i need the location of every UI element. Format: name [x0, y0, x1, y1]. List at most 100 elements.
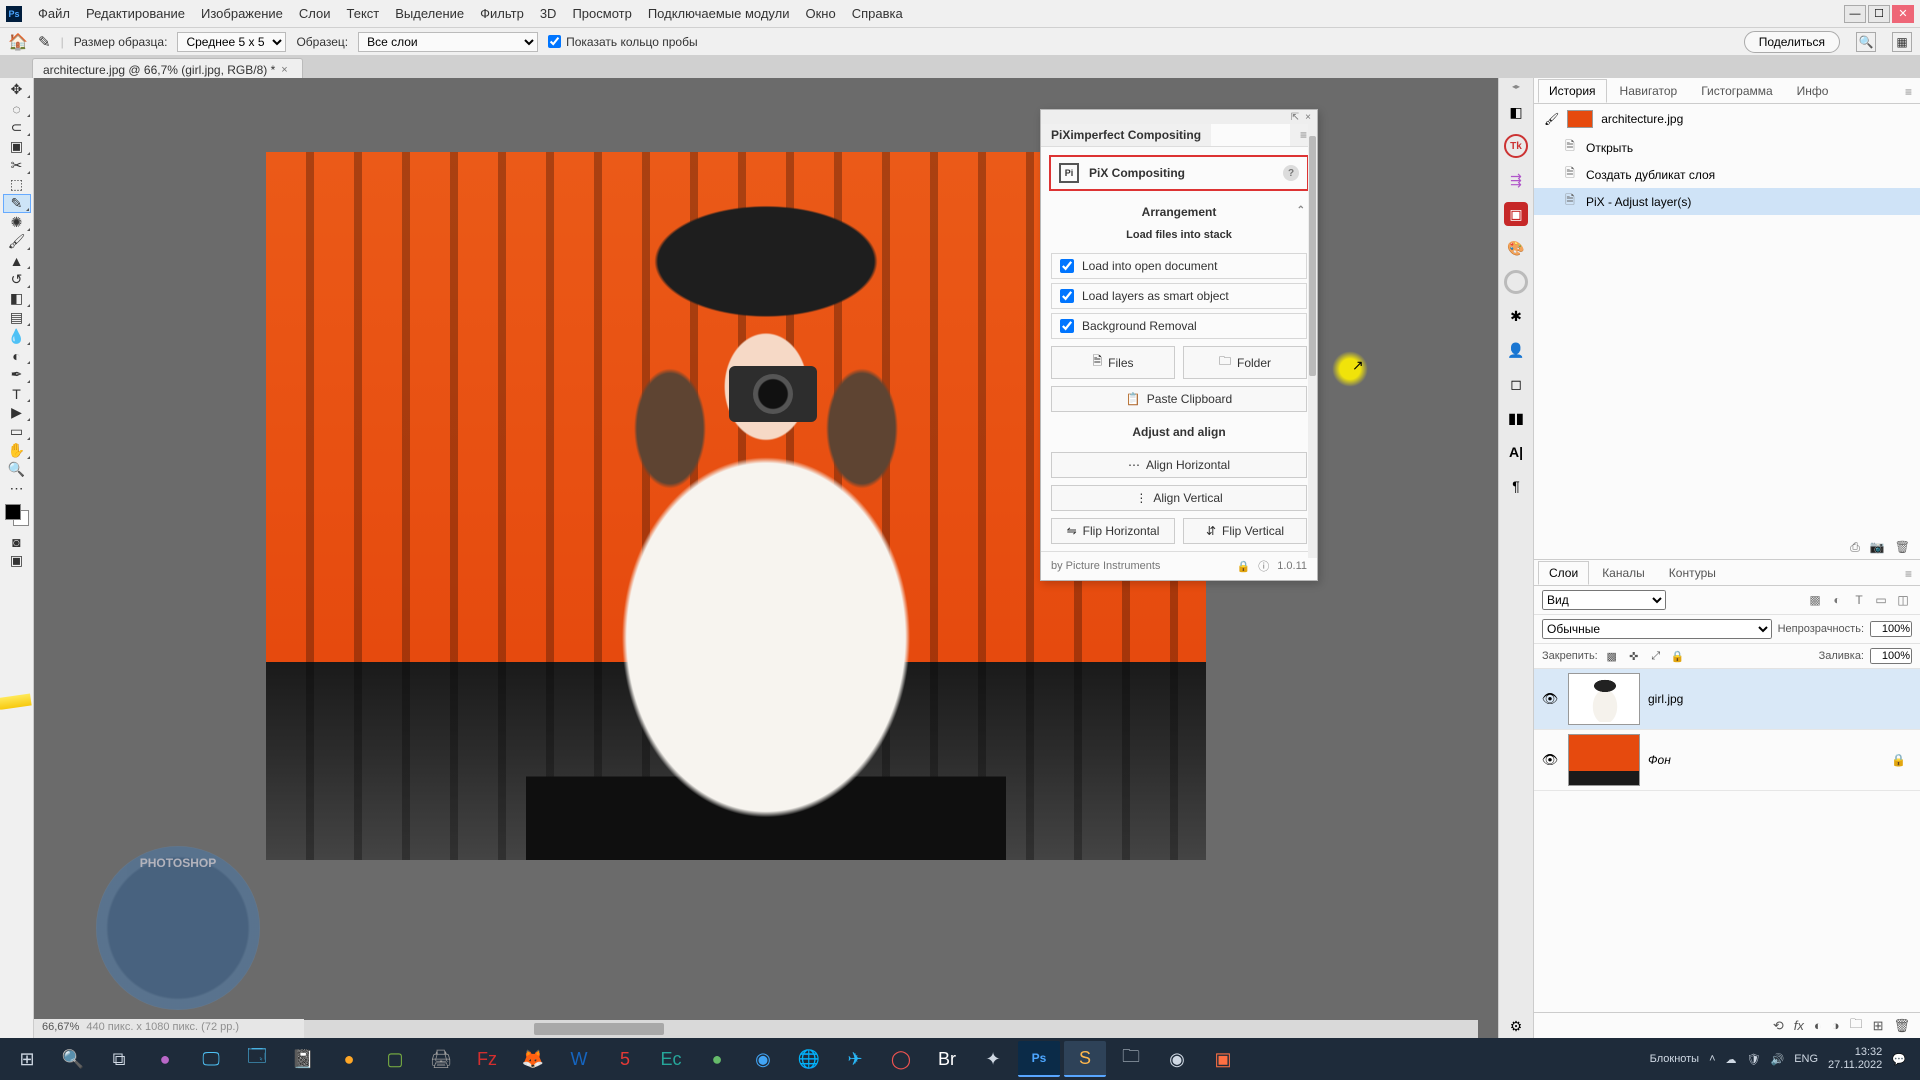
layer-name[interactable]: Фон — [1648, 753, 1883, 767]
menu-plugins[interactable]: Подключаемые модули — [640, 2, 798, 25]
filter-type-icon[interactable]: T — [1850, 593, 1868, 607]
flip-horizontal-button[interactable]: ⇋Flip Horizontal — [1051, 518, 1175, 544]
chk-load-smart[interactable]: Load layers as smart object — [1051, 283, 1307, 309]
canvas-area[interactable]: PHOTOSHOP 66,67% 440 пикс. x 1080 пикс. … — [34, 78, 1498, 1038]
tab-info[interactable]: Инфо — [1786, 79, 1840, 103]
heal-tool[interactable]: ✺ — [3, 213, 31, 232]
layer-row[interactable]: 👁 Фон 🔒 — [1534, 730, 1920, 791]
taskbar-app[interactable]: 🖵 — [190, 1041, 232, 1077]
taskbar-app[interactable]: ● — [328, 1041, 370, 1077]
tray-onedrive-icon[interactable]: ☁ — [1726, 1053, 1737, 1066]
tab-layers[interactable]: Слои — [1538, 561, 1589, 585]
layer-row[interactable]: 👁 girl.jpg — [1534, 669, 1920, 730]
layer-kind-select[interactable]: Вид — [1542, 590, 1666, 610]
show-ring-checkbox[interactable]: Показать кольцо пробы — [548, 35, 697, 49]
opacity-input[interactable] — [1870, 621, 1912, 637]
object-select-tool[interactable]: ▣ — [3, 137, 31, 156]
filter-pixel-icon[interactable]: ▩ — [1806, 593, 1824, 607]
layer-thumbnail[interactable] — [1568, 734, 1640, 786]
dock-icon-1[interactable]: ◧ — [1504, 100, 1528, 124]
filter-smart-icon[interactable]: ◫ — [1894, 593, 1912, 607]
canvas-h-scrollbar[interactable] — [304, 1020, 1478, 1038]
history-row[interactable]: 🗎Создать дубликат слоя — [1534, 161, 1920, 188]
align-horizontal-button[interactable]: ⋯Align Horizontal — [1051, 452, 1307, 478]
dock-icon-ring[interactable] — [1504, 270, 1528, 294]
taskbar-app[interactable]: Br — [926, 1041, 968, 1077]
fill-input[interactable] — [1870, 648, 1912, 664]
window-maximize-button[interactable]: ☐ — [1868, 5, 1890, 23]
screenmode-button[interactable]: ▣ — [3, 551, 31, 570]
menu-layers[interactable]: Слои — [291, 2, 339, 25]
menu-3d[interactable]: 3D — [532, 2, 565, 25]
tray-chevron-icon[interactable]: ˄ — [1709, 1053, 1715, 1065]
pen-tool[interactable]: ✒ — [3, 365, 31, 384]
document-tab[interactable]: architecture.jpg @ 66,7% (girl.jpg, RGB/… — [32, 58, 303, 78]
arrangement-section-header[interactable]: Arrangement⌃ — [1041, 199, 1317, 225]
eyedropper-tool[interactable]: ✎ — [3, 194, 31, 213]
marquee-tool[interactable]: ◌ — [3, 99, 31, 118]
visibility-icon[interactable]: 👁 — [1540, 691, 1560, 707]
taskbar-app[interactable]: W — [558, 1041, 600, 1077]
taskbar-app[interactable]: 🗔 — [236, 1041, 278, 1077]
tab-navigator[interactable]: Навигатор — [1609, 79, 1689, 103]
tab-paths[interactable]: Контуры — [1658, 561, 1727, 585]
menu-select[interactable]: Выделение — [387, 2, 472, 25]
close-tab-icon[interactable]: × — [281, 64, 287, 76]
lock-all-icon[interactable]: 🔒 — [1670, 650, 1686, 663]
taskbar-app[interactable]: 📓 — [282, 1041, 324, 1077]
taskbar-app[interactable]: S — [1064, 1041, 1106, 1077]
blend-mode-select[interactable]: Обычные — [1542, 619, 1772, 639]
taskbar-app[interactable]: Fz — [466, 1041, 508, 1077]
align-vertical-button[interactable]: ⋮Align Vertical — [1051, 485, 1307, 511]
search-icon[interactable]: 🔍 — [1856, 32, 1876, 52]
dock-icon-tk[interactable]: Tk — [1504, 134, 1528, 158]
menu-image[interactable]: Изображение — [193, 2, 291, 25]
folder-button[interactable]: 🗀Folder — [1183, 346, 1307, 379]
search-button[interactable]: 🔍 — [52, 1041, 94, 1077]
taskbar-app[interactable]: ● — [144, 1041, 186, 1077]
gradient-tool[interactable]: ▤ — [3, 308, 31, 327]
taskbar-app[interactable]: ◯ — [880, 1041, 922, 1077]
history-snapshot-icon[interactable]: ⎙ — [1850, 540, 1860, 555]
stamp-tool[interactable]: ▲ — [3, 251, 31, 270]
type-tool[interactable]: T — [3, 384, 31, 403]
tab-history[interactable]: История — [1538, 79, 1607, 103]
lock-artboard-icon[interactable]: ⤢ — [1648, 650, 1664, 663]
pix-compositing-button[interactable]: Pi PiX Compositing ? — [1049, 155, 1309, 191]
dock-icon-palette[interactable]: 🎨 — [1504, 236, 1528, 260]
taskbar-chrome[interactable]: ◉ — [1156, 1041, 1198, 1077]
layer-lock-icon[interactable]: 🔒 — [1891, 753, 1914, 767]
share-button[interactable]: Поделиться — [1744, 31, 1840, 53]
menu-text[interactable]: Текст — [339, 2, 388, 25]
fx-icon[interactable]: fx — [1794, 1018, 1804, 1033]
menu-help[interactable]: Справка — [844, 2, 911, 25]
dock-icon-path[interactable]: ⇶ — [1504, 168, 1528, 192]
path-select-tool[interactable]: ▶ — [3, 403, 31, 422]
group-icon[interactable]: 🗀 — [1850, 1015, 1863, 1037]
history-brush-tool[interactable]: ↺ — [3, 270, 31, 289]
new-layer-icon[interactable]: ⊞ — [1873, 1018, 1884, 1034]
tray-clock[interactable]: 13:32 27.11.2022 — [1828, 1046, 1882, 1071]
files-button[interactable]: 🗎Files — [1051, 346, 1175, 379]
flip-vertical-button[interactable]: ⇵Flip Vertical — [1183, 518, 1307, 544]
window-minimize-button[interactable]: — — [1844, 5, 1866, 23]
eraser-tool[interactable]: ◧ — [3, 289, 31, 308]
history-new-icon[interactable]: 📷 — [1870, 540, 1885, 554]
taskbar-app[interactable]: Ec — [650, 1041, 692, 1077]
scroll-thumb[interactable] — [534, 1023, 664, 1035]
pix-panel-scrollbar[interactable] — [1308, 124, 1317, 558]
taskbar-app[interactable]: 5 — [604, 1041, 646, 1077]
quickmask-button[interactable]: ◙ — [3, 532, 31, 551]
fg-color[interactable] — [5, 504, 21, 520]
visibility-icon[interactable]: 👁 — [1540, 752, 1560, 768]
tray-volume-icon[interactable]: 🔊 — [1771, 1053, 1785, 1066]
hand-tool[interactable]: ✋ — [3, 441, 31, 460]
taskbar-photoshop[interactable]: Ps — [1018, 1041, 1060, 1077]
taskbar-app[interactable]: ● — [696, 1041, 738, 1077]
start-button[interactable]: ⊞ — [6, 1041, 48, 1077]
taskbar-app[interactable]: ✦ — [972, 1041, 1014, 1077]
zoom-tool[interactable]: 🔍 — [3, 460, 31, 479]
taskbar-app[interactable]: ✈ — [834, 1041, 876, 1077]
history-document-row[interactable]: 🖌 architecture.jpg — [1534, 104, 1920, 134]
brush-tool[interactable]: 🖌 — [3, 232, 31, 251]
